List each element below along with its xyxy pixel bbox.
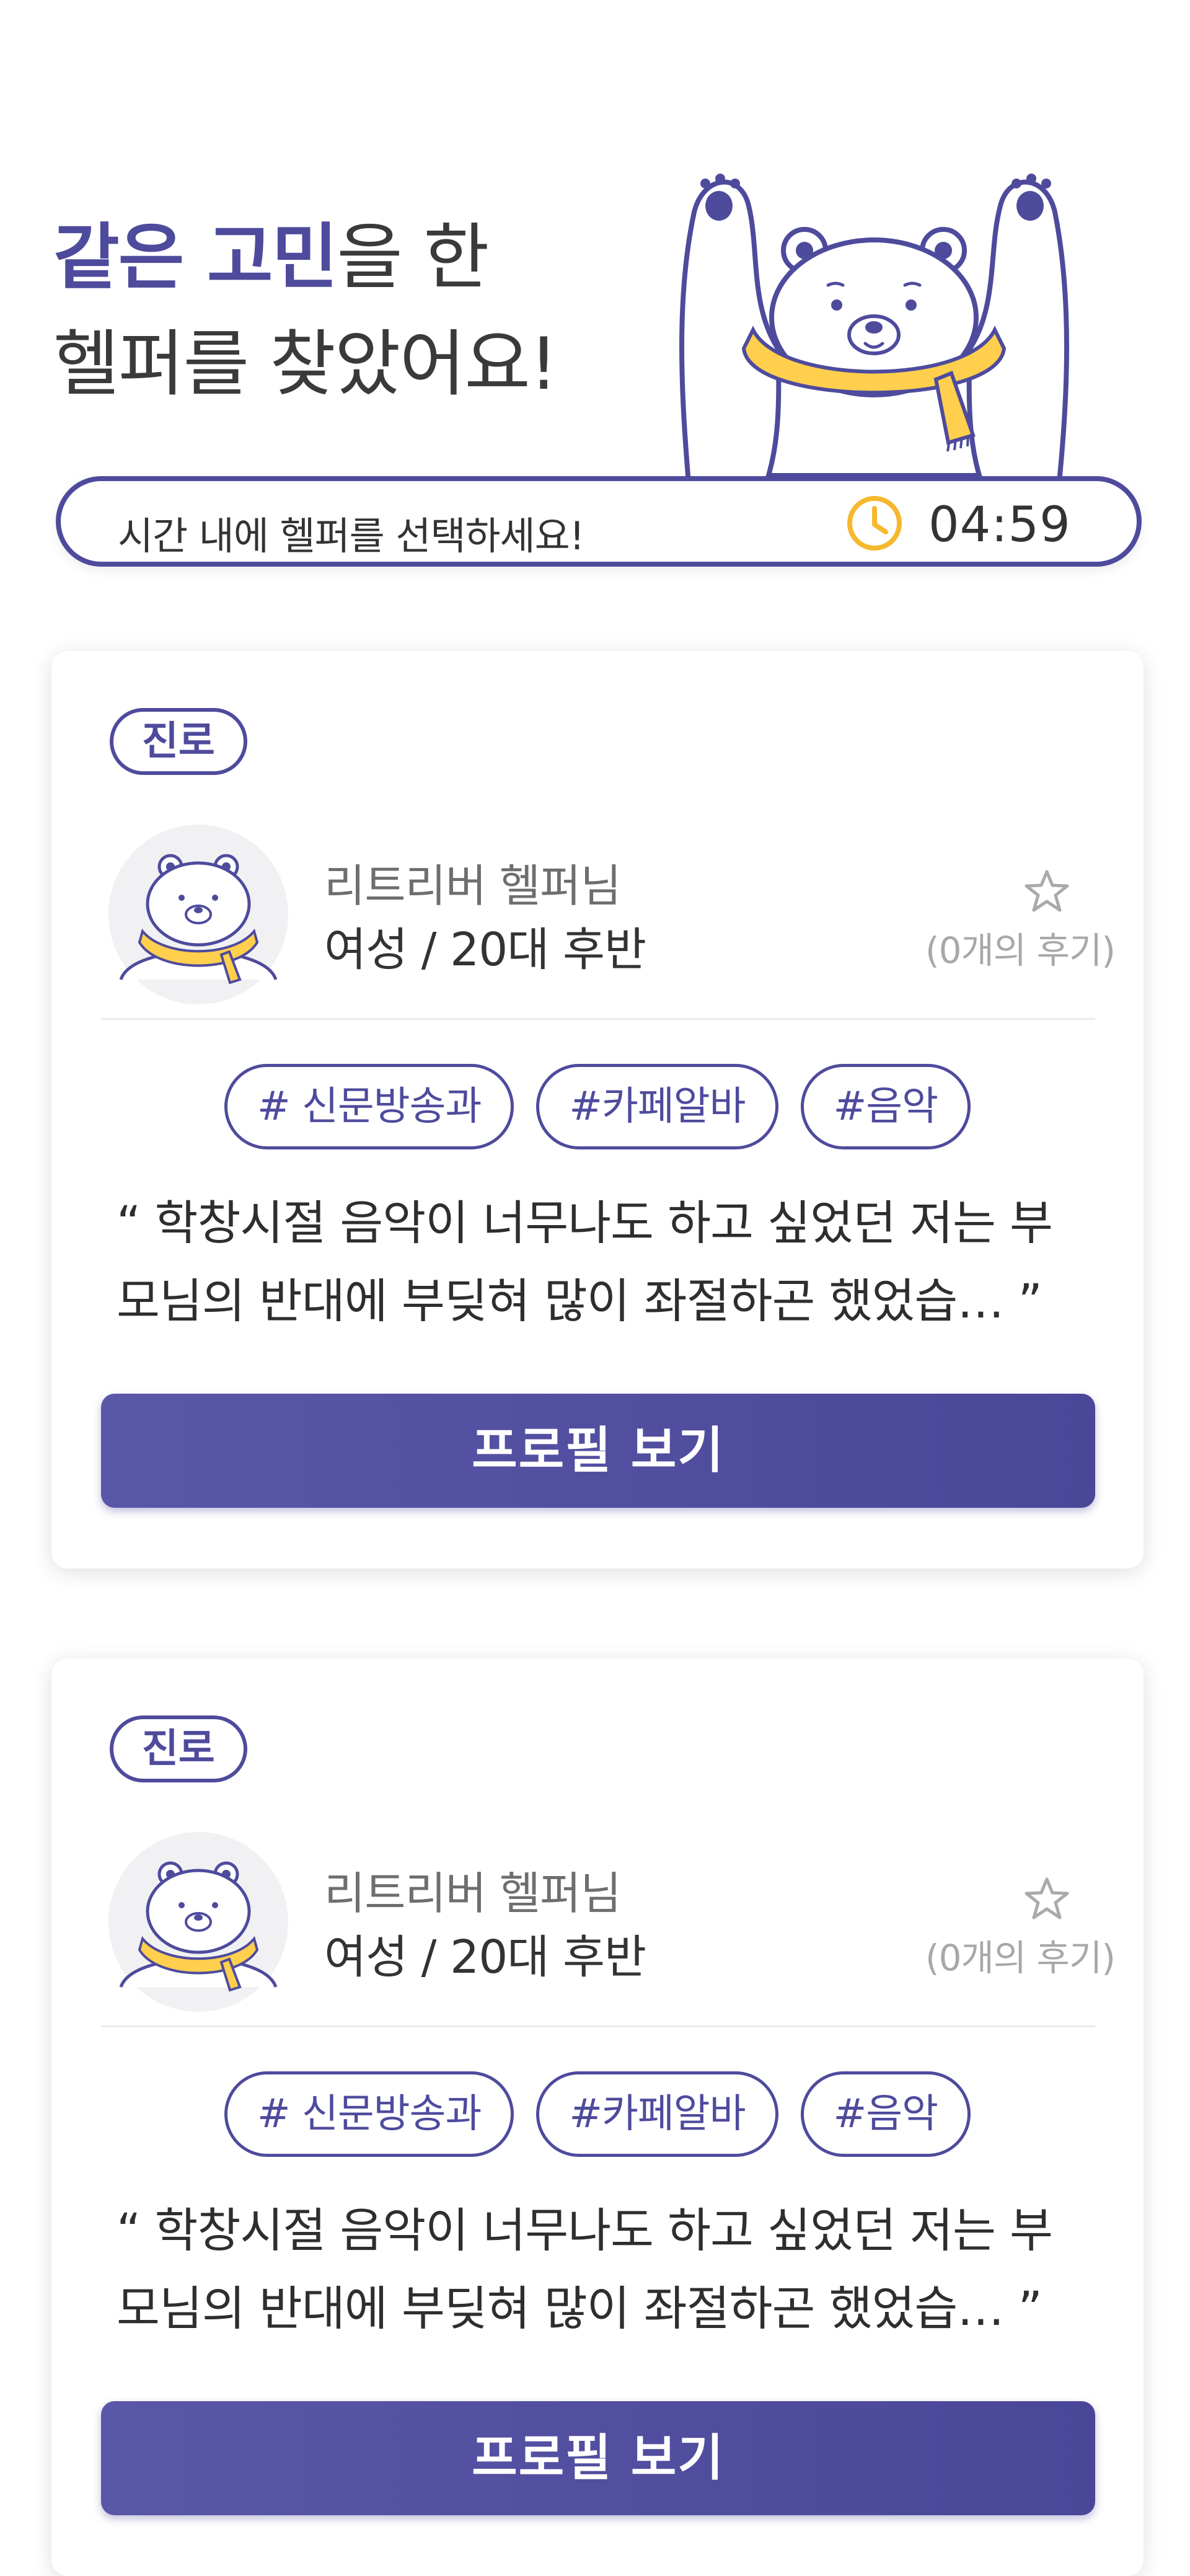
helper-quote: “ 학창시절 음악이 너무나도 하고 싶었던 저는 부 모님의 반대에 부딪혀 … bbox=[117, 1184, 1083, 1340]
category-chip: 진로 bbox=[110, 708, 247, 775]
review-count: (0개의 후기) bbox=[925, 1937, 1116, 1979]
tag-chip: #음악 bbox=[800, 1064, 971, 1149]
helper-name: 리트리버 헬퍼님 bbox=[324, 1867, 622, 1919]
hero-section: 같은 고민을 한 헬퍼를 찾았어요! 시간 내에 헬퍼를 선택하세요! 04:5… bbox=[0, 0, 1190, 583]
tag-list: # 신문방송과 #카페알바 #음악 bbox=[51, 2071, 1144, 2157]
quote-line: 모님의 반대에 부딪혀 많이 좌절하곤 했었습… ” bbox=[117, 1273, 1042, 1329]
quote-line: “ 학창시절 음악이 너무나도 하고 싶었던 저는 부 bbox=[117, 1195, 1053, 1250]
tag-chip: # 신문방송과 bbox=[224, 1064, 514, 1149]
quote-line: 모님의 반대에 부딪혀 많이 좌절하곤 했었습… ” bbox=[117, 2281, 1042, 2336]
helper-avatar bbox=[108, 825, 288, 1004]
view-profile-button[interactable]: 프로필 보기 bbox=[101, 1394, 1095, 1508]
helper-avatar bbox=[108, 1832, 288, 2012]
tag-chip: #카페알바 bbox=[536, 2071, 778, 2157]
timer-message: 시간 내에 헬퍼를 선택하세요! bbox=[118, 513, 584, 559]
headline-rest: 을 한 bbox=[337, 216, 489, 299]
quote-line: “ 학창시절 음악이 너무나도 하고 싶었던 저는 부 bbox=[117, 2203, 1053, 2258]
helper-card: 진로 리트리버 헬퍼님 여성 / 20대 후반 (0개의 후기) # 신문방송과… bbox=[51, 651, 1144, 1569]
headline-line2: 헬퍼를 찾았어요! bbox=[53, 322, 558, 406]
helper-gender-age: 여성 / 20대 후반 bbox=[324, 923, 646, 976]
tag-list: # 신문방송과 #카페알바 #음악 bbox=[51, 1064, 1144, 1149]
timer-countdown: 04:59 bbox=[928, 497, 1071, 553]
helper-quote: “ 학창시절 음악이 너무나도 하고 싶었던 저는 부 모님의 반대에 부딪혀 … bbox=[117, 2192, 1083, 2348]
divider bbox=[101, 1018, 1095, 1020]
tag-chip: #음악 bbox=[800, 2071, 971, 2157]
tag-chip: #카페알바 bbox=[536, 1064, 778, 1149]
review-count: (0개의 후기) bbox=[925, 929, 1116, 972]
helper-name: 리트리버 헬퍼님 bbox=[324, 860, 622, 912]
page-headline: 같은 고민을 한 헬퍼를 찾았어요! bbox=[53, 205, 558, 418]
divider bbox=[101, 2025, 1095, 2027]
view-profile-button[interactable]: 프로필 보기 bbox=[101, 2401, 1095, 2515]
helper-card: 진로 리트리버 헬퍼님 여성 / 20대 후반 (0개의 후기) # 신문방송과… bbox=[51, 1658, 1144, 2576]
timer-bar: 시간 내에 헬퍼를 선택하세요! 04:59 bbox=[56, 476, 1142, 567]
tag-chip: # 신문방송과 bbox=[224, 2071, 514, 2157]
clock-icon bbox=[847, 496, 902, 551]
star-outline-icon[interactable] bbox=[1022, 1874, 1072, 1924]
category-chip: 진로 bbox=[110, 1715, 247, 1782]
polar-bear-illustration bbox=[679, 174, 1069, 478]
headline-accent: 같은 고민 bbox=[53, 216, 338, 299]
helper-gender-age: 여성 / 20대 후반 bbox=[324, 1931, 646, 1984]
star-outline-icon[interactable] bbox=[1022, 867, 1072, 916]
